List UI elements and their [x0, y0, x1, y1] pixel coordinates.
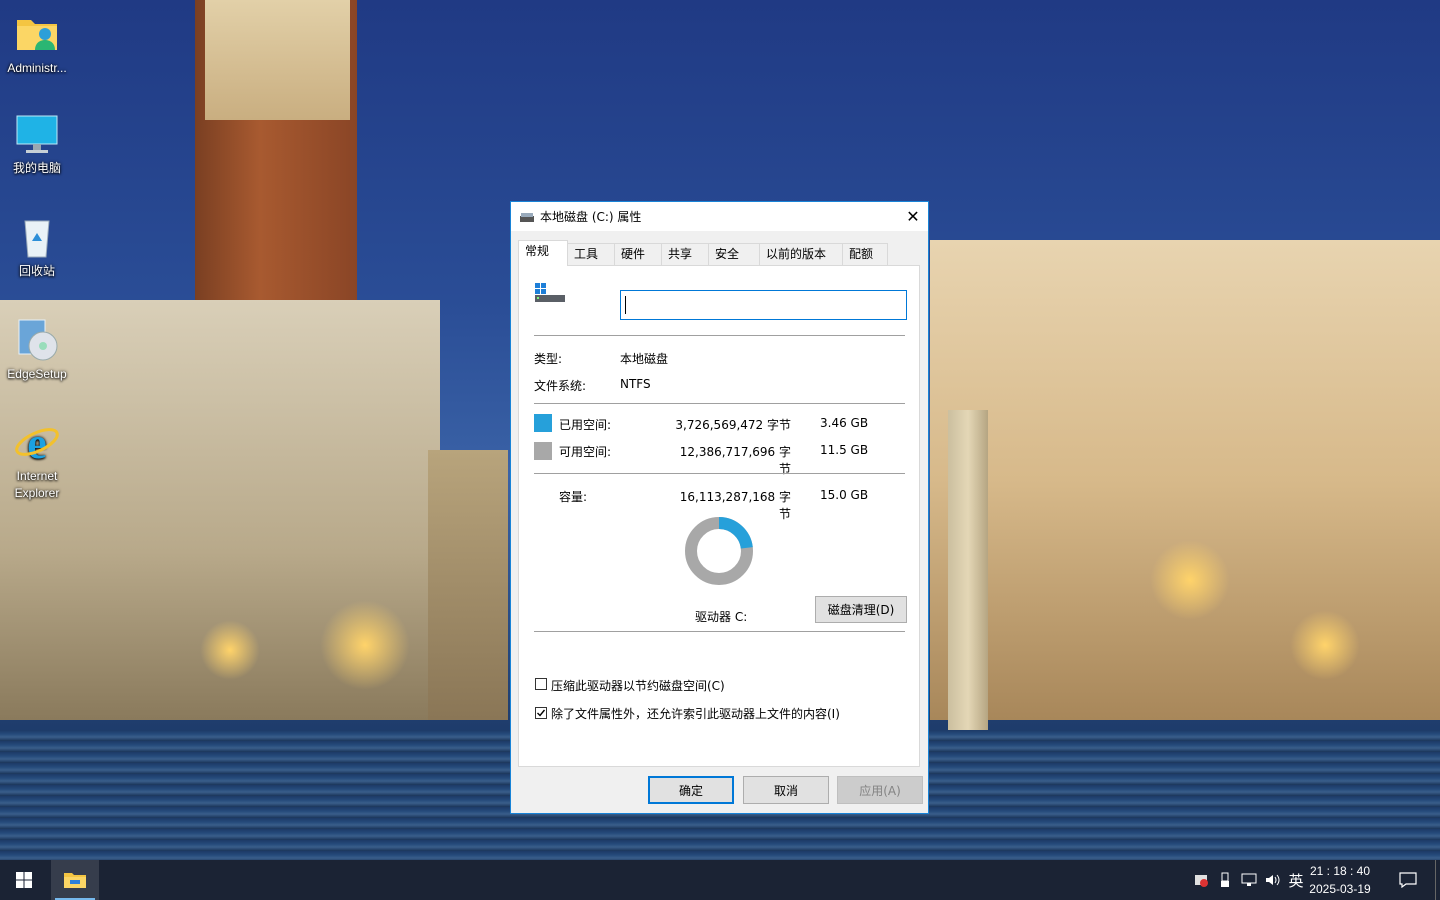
type-label: 类型:	[534, 352, 563, 366]
dialog-titlebar[interactable]: 本地磁盘 (C:) 属性 ✕	[511, 202, 928, 231]
user-folder-icon	[13, 10, 61, 58]
index-checkbox[interactable]	[535, 707, 547, 719]
notification-icon	[1399, 872, 1417, 888]
desktop-icon-label: EdgeSetup	[7, 367, 67, 381]
tab-hardware[interactable]: 硬件	[614, 243, 662, 265]
tray-security-icon[interactable]	[1190, 860, 1212, 900]
desktop-icon-label: 回收站	[18, 264, 55, 278]
show-desktop-button[interactable]	[1435, 860, 1440, 900]
tab-tools[interactable]: 工具	[567, 243, 615, 265]
capacity-label: 容量:	[559, 490, 588, 504]
wallpaper-clock-tower	[428, 450, 508, 720]
wallpaper-light	[1150, 540, 1230, 620]
apply-label: 应用(A)	[859, 783, 901, 798]
used-space-label: 已用空间:	[559, 418, 612, 432]
wallpaper-light	[1290, 610, 1360, 680]
recycle-bin-icon	[13, 213, 61, 261]
disk-cleanup-label: 磁盘清理(D)	[827, 603, 895, 617]
separator	[534, 473, 905, 474]
type-value: 本地磁盘	[620, 352, 669, 366]
tab-sharing[interactable]: 共享	[661, 243, 709, 265]
tab-label: 共享	[668, 247, 693, 261]
wallpaper-bell-tower-top	[205, 0, 350, 120]
disk-cleanup-button[interactable]: 磁盘清理(D)	[815, 596, 907, 623]
clock-date: 2025-03-19	[1309, 882, 1371, 896]
drive-icon	[520, 212, 534, 222]
tab-label: 硬件	[621, 247, 646, 261]
tab-previous-versions[interactable]: 以前的版本	[759, 243, 843, 265]
tray-volume-icon[interactable]	[1262, 860, 1284, 900]
free-space-bytes: 12,386,717,696 字节	[679, 445, 791, 476]
ok-label: 确定	[678, 783, 703, 798]
tab-general[interactable]: 常规	[518, 240, 568, 266]
desktop-icon-edgesetup[interactable]: EdgeSetup	[0, 316, 74, 383]
used-space-bytes: 3,726,569,472 字节	[675, 418, 791, 432]
free-space-swatch	[534, 442, 552, 460]
volume-name-field[interactable]	[625, 292, 899, 320]
drive-large-icon	[534, 282, 566, 311]
tab-quota[interactable]: 配额	[842, 243, 888, 265]
wallpaper-light	[200, 620, 260, 680]
desktop-icon-administrator[interactable]: Administr...	[0, 10, 74, 77]
filesystem-label: 文件系统:	[534, 379, 587, 393]
computer-icon	[13, 110, 61, 158]
ok-button[interactable]: 确定	[648, 776, 734, 804]
drive-label: 驱动器 C:	[695, 610, 748, 624]
cancel-label: 取消	[773, 783, 798, 798]
checkmark-icon	[537, 709, 546, 717]
free-space-size: 11.5 GB	[820, 443, 869, 457]
desktop-icon-label: 我的电脑	[12, 161, 61, 175]
used-space-swatch	[534, 414, 552, 432]
action-center-button[interactable]	[1390, 860, 1426, 900]
tab-label: 以前的版本	[766, 247, 827, 261]
cancel-button[interactable]: 取消	[743, 776, 829, 804]
tray-clock[interactable]: 21 : 18 : 40 2025-03-19	[1300, 862, 1380, 898]
text-caret	[625, 296, 626, 314]
file-explorer-icon	[64, 873, 86, 888]
svg-text:e: e	[27, 419, 47, 466]
free-space-label: 可用空间:	[559, 445, 612, 459]
windows-logo-icon	[16, 872, 32, 888]
tray-usb-icon[interactable]	[1214, 860, 1236, 900]
desktop-icon-label: Administr...	[7, 61, 67, 75]
tab-label: 工具	[574, 247, 599, 261]
used-space-size: 3.46 GB	[820, 416, 869, 430]
index-checkbox-label[interactable]: 除了文件属性外，还允许索引此驱动器上文件的内容(I)	[551, 705, 840, 722]
compress-checkbox[interactable]	[535, 678, 547, 690]
close-button[interactable]: ✕	[898, 202, 928, 231]
wallpaper-column	[948, 410, 988, 730]
desktop-icon-internet-explorer[interactable]: e Internet Explorer	[0, 418, 74, 502]
installer-icon	[13, 316, 61, 364]
tab-label: 配额	[849, 247, 874, 261]
wallpaper-palace	[930, 240, 1440, 720]
desktop-icon-my-computer[interactable]: 我的电脑	[0, 110, 74, 177]
taskbar-file-explorer[interactable]	[51, 860, 99, 900]
properties-dialog: 本地磁盘 (C:) 属性 ✕ 常规 工具 硬件 共享 安全 以前的版本 配额 类…	[510, 201, 929, 814]
volume-name-input[interactable]	[620, 290, 907, 320]
clock-time: 21 : 18 : 40	[1309, 864, 1371, 878]
apply-button[interactable]: 应用(A)	[837, 776, 923, 804]
capacity-size: 15.0 GB	[820, 488, 869, 502]
internet-explorer-icon: e	[13, 418, 61, 468]
usage-donut-chart	[685, 517, 753, 585]
separator	[534, 631, 905, 632]
wallpaper-light	[320, 600, 410, 690]
desktop-icon-label: Internet Explorer	[14, 469, 60, 500]
compress-checkbox-label[interactable]: 压缩此驱动器以节约磁盘空间(C)	[551, 677, 725, 694]
tray-network-icon[interactable]	[1238, 860, 1260, 900]
separator	[534, 335, 905, 336]
desktop-icon-recycle-bin[interactable]: 回收站	[0, 213, 74, 280]
tab-label: 安全	[715, 247, 740, 261]
general-panel: 类型: 本地磁盘 文件系统: NTFS 已用空间: 3,726,569,472 …	[518, 265, 920, 767]
close-icon: ✕	[906, 207, 920, 226]
start-button[interactable]	[0, 860, 48, 900]
taskbar: 英 21 : 18 : 40 2025-03-19	[0, 860, 1440, 900]
tab-label: 常规	[525, 244, 550, 258]
separator	[534, 403, 905, 404]
filesystem-value: NTFS	[620, 377, 651, 391]
tab-security[interactable]: 安全	[708, 243, 760, 265]
dialog-title: 本地磁盘 (C:) 属性	[540, 210, 642, 224]
